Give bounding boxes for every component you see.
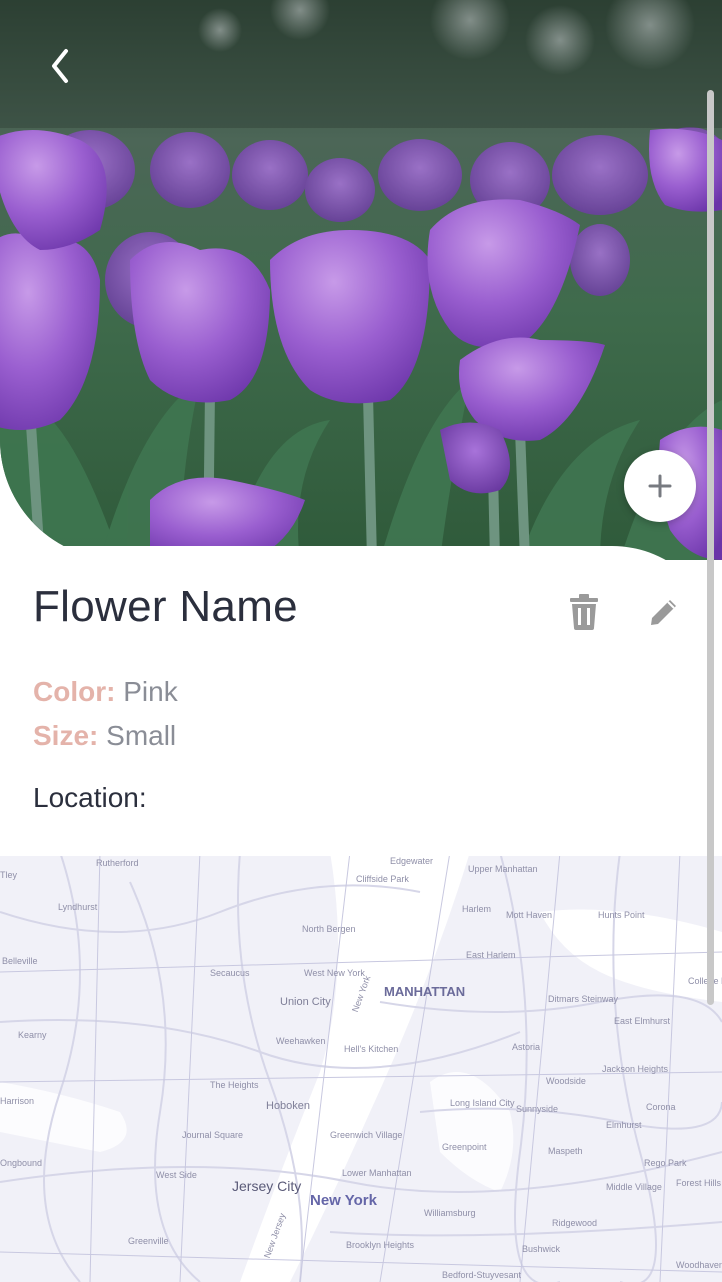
map-label: Harrison bbox=[0, 1096, 35, 1106]
map-label: Rutherford bbox=[96, 858, 139, 868]
map-label: Bushwick bbox=[522, 1244, 561, 1254]
add-button[interactable] bbox=[624, 450, 696, 522]
map-label: Jackson Heights bbox=[602, 1064, 669, 1074]
map-label: Elmhurst bbox=[606, 1120, 642, 1130]
map-label: Lower Manhattan bbox=[342, 1168, 412, 1178]
color-attribute: Color: Pink bbox=[33, 676, 178, 708]
map-label: Edgewater bbox=[390, 856, 434, 866]
map-label: Weehawken bbox=[276, 1036, 326, 1046]
map-label: Bedford-Stuyvesant bbox=[442, 1270, 522, 1280]
map-label: Tley bbox=[0, 870, 18, 880]
flower-name: Flower Name bbox=[33, 582, 298, 631]
map-label: East Harlem bbox=[466, 950, 516, 960]
map-label: Ditmars Steinway bbox=[548, 994, 619, 1004]
location-label: Location: bbox=[33, 782, 147, 813]
map-label: Sunnyside bbox=[516, 1104, 559, 1114]
map-label: Woodside bbox=[546, 1076, 586, 1086]
chevron-left-icon bbox=[52, 49, 68, 83]
map-label: Middle Village bbox=[606, 1182, 662, 1192]
map-label: Greenville bbox=[128, 1236, 169, 1246]
edit-button[interactable] bbox=[642, 590, 686, 634]
map-label: Harlem bbox=[462, 904, 492, 914]
map-label: Kearny bbox=[18, 1030, 47, 1040]
map-label: Journal Square bbox=[182, 1130, 244, 1140]
size-attribute: Size: Small bbox=[33, 720, 176, 752]
map-label: Astoria bbox=[512, 1042, 541, 1052]
map-label-jersey-city: Jersey City bbox=[232, 1178, 302, 1194]
color-value: Pink bbox=[123, 676, 178, 707]
delete-button[interactable] bbox=[562, 590, 606, 634]
location-map[interactable]: Rutherford Edgewater Upper Manhattan Cli… bbox=[0, 852, 722, 1282]
map-label: Williamsburg bbox=[424, 1208, 476, 1218]
map-label: Corona bbox=[646, 1102, 676, 1112]
map-label: The Heights bbox=[210, 1080, 259, 1090]
map-label: Belleville bbox=[2, 956, 38, 966]
map-label: Hunts Point bbox=[598, 910, 645, 920]
map-label: Brooklyn Heights bbox=[346, 1240, 415, 1250]
size-label: Size: bbox=[33, 720, 99, 751]
trash-icon bbox=[570, 594, 598, 630]
map-label: Secaucus bbox=[210, 968, 250, 978]
map-label: Ongbound bbox=[0, 1158, 43, 1168]
header-overlay bbox=[0, 0, 722, 128]
map-label: Hell's Kitchen bbox=[344, 1044, 399, 1054]
size-value: Small bbox=[106, 720, 177, 751]
pencil-icon bbox=[651, 600, 676, 625]
map-label: Forest Hills bbox=[676, 1178, 722, 1188]
flower-photo bbox=[0, 0, 722, 560]
map-label: Upper Manhattan bbox=[468, 864, 538, 874]
map-label: Rego Park bbox=[644, 1158, 687, 1168]
map-label: West New York bbox=[304, 968, 365, 978]
plus-icon bbox=[648, 474, 672, 498]
map-label: College Point bbox=[688, 976, 722, 986]
color-label: Color: bbox=[33, 676, 116, 707]
map-label-new-york: New York bbox=[310, 1192, 377, 1209]
back-button[interactable] bbox=[30, 38, 90, 94]
flower-details-card: Flower Name Color: Pink Size: Small Loca… bbox=[0, 546, 722, 856]
map-label: Mott Haven bbox=[506, 910, 553, 920]
scrollbar[interactable] bbox=[707, 90, 714, 1005]
map-label: East Elmhurst bbox=[614, 1016, 671, 1026]
map-label: Long Island City bbox=[450, 1098, 515, 1108]
map-label: Maspeth bbox=[548, 1146, 583, 1156]
map-label: Cliffside Park bbox=[356, 874, 409, 884]
map-label-manhattan: MANHATTAN bbox=[384, 984, 466, 999]
map-label: Greenpoint bbox=[442, 1142, 487, 1152]
map-label: Woodhaven bbox=[676, 1260, 722, 1270]
map-label: Union City bbox=[280, 996, 331, 1008]
map-label: West Side bbox=[156, 1170, 197, 1180]
map-label: Hoboken bbox=[266, 1100, 311, 1112]
map-label: North Bergen bbox=[302, 924, 356, 934]
map-label: Ridgewood bbox=[552, 1218, 598, 1228]
map-label: Lyndhurst bbox=[58, 902, 98, 912]
map-label: Greenwich Village bbox=[330, 1130, 403, 1140]
